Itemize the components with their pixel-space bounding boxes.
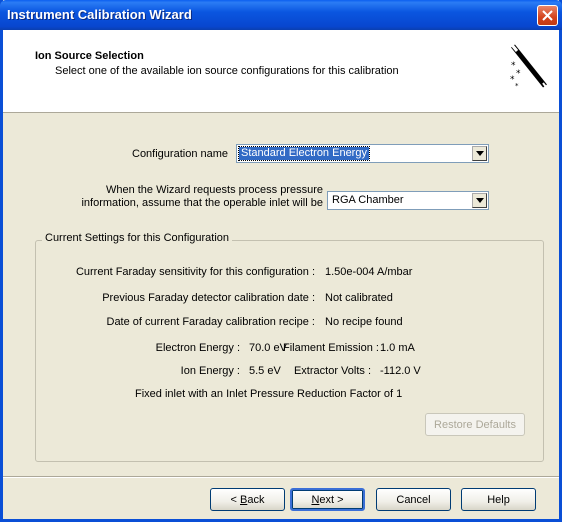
- title-bar[interactable]: Instrument Calibration Wizard: [0, 0, 562, 30]
- filament-emission-label: Filament Emission :: [283, 342, 379, 354]
- help-button[interactable]: Help: [461, 488, 536, 511]
- cancel-button[interactable]: Cancel: [376, 488, 451, 511]
- next-button[interactable]: Next >: [290, 488, 365, 511]
- back-prefix: <: [230, 493, 240, 506]
- extractor-volts-value: -112.0 V: [380, 365, 421, 377]
- svg-text:*: *: [515, 82, 519, 90]
- prev-cal-label: Previous Faraday detector calibration da…: [102, 292, 315, 304]
- dropdown-button[interactable]: [472, 193, 487, 208]
- dropdown-button[interactable]: [472, 146, 487, 161]
- filament-emission-value: 1.0 mA: [380, 342, 415, 354]
- magic-wand-icon: * * * *: [510, 44, 547, 90]
- recipe-value: No recipe found: [325, 316, 403, 328]
- recipe-label: Date of current Faraday calibration reci…: [106, 316, 316, 328]
- ion-energy-label: Ion Energy :: [180, 365, 240, 377]
- config-name-value: Standard Electron Energy: [238, 146, 370, 161]
- page-subtitle: Select one of the available ion source c…: [55, 65, 399, 77]
- page-title: Ion Source Selection: [35, 50, 144, 62]
- group-title: Current Settings for this Configuration: [42, 232, 233, 244]
- electron-energy-value: 70.0 eV: [249, 342, 287, 354]
- window-title: Instrument Calibration Wizard: [7, 7, 192, 22]
- wizard-header: Ion Source Selection Select one of the a…: [3, 30, 559, 113]
- next-rest: ext >: [319, 493, 344, 506]
- wizard-window: Instrument Calibration Wizard Ion Source…: [0, 0, 562, 522]
- svg-text:*: *: [516, 69, 521, 79]
- inlet-note: Fixed inlet with an Inlet Pressure Reduc…: [135, 388, 403, 400]
- electron-energy-label: Electron Energy :: [155, 342, 240, 354]
- sensitivity-value: 1.50e-004 A/mbar: [325, 266, 413, 278]
- config-name-select[interactable]: Standard Electron Energy: [236, 144, 489, 163]
- restore-defaults-button[interactable]: Restore Defaults: [425, 413, 525, 436]
- back-button[interactable]: < Back: [210, 488, 285, 511]
- close-button[interactable]: [537, 5, 558, 26]
- inlet-select[interactable]: RGA Chamber: [327, 191, 489, 210]
- divider: [3, 476, 559, 478]
- chevron-down-icon: [476, 151, 484, 156]
- ion-energy-value: 5.5 eV: [249, 365, 281, 377]
- config-name-label: Configuration name: [132, 148, 229, 160]
- inlet-label-line1: When the Wizard requests process pressur…: [105, 184, 323, 196]
- close-icon: [542, 10, 553, 21]
- prev-cal-value: Not calibrated: [325, 292, 393, 304]
- back-rest: ack: [247, 493, 265, 506]
- sensitivity-label: Current Faraday sensitivity for this con…: [75, 266, 315, 278]
- chevron-down-icon: [476, 198, 484, 203]
- extractor-volts-label: Extractor Volts :: [293, 365, 371, 377]
- inlet-label-line2: information, assume that the operable in…: [81, 197, 323, 209]
- inlet-value: RGA Chamber: [332, 194, 404, 206]
